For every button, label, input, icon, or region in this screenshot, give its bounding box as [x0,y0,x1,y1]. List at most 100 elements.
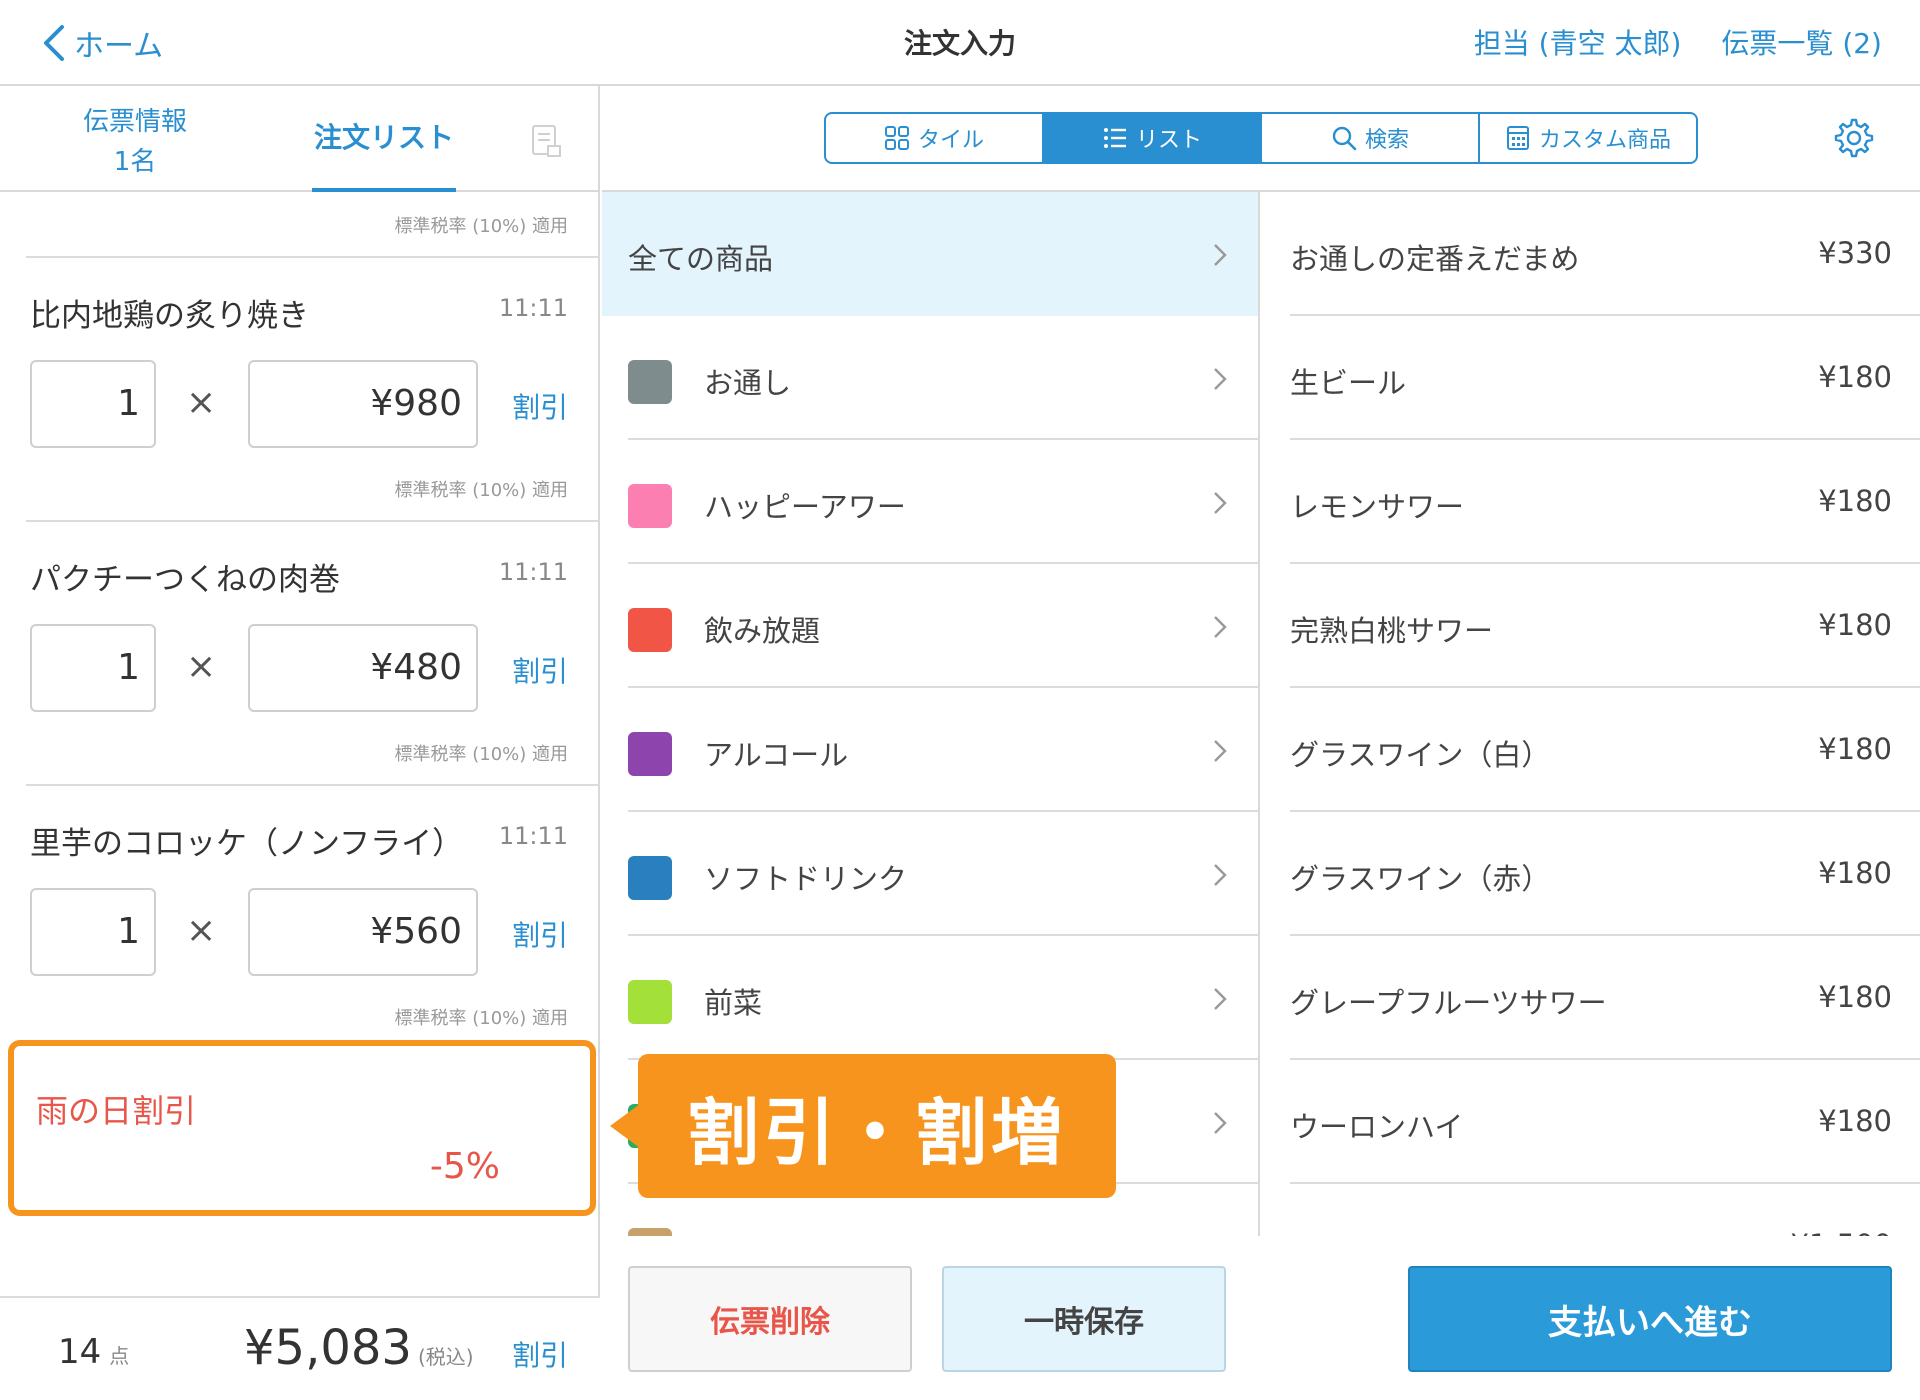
applied-discount-row[interactable]: 雨の日割引 -5% [8,1040,596,1216]
category-item[interactable]: お通し [628,316,1258,440]
discount-value: -5% [429,1146,500,1187]
tab-list[interactable]: リスト [1044,114,1262,162]
product-price: ¥1,500 [1791,1228,1892,1236]
divider [26,520,600,522]
price-field[interactable]: ¥480 [248,624,478,712]
chevron-right-icon [1214,616,1227,638]
order-item-name[interactable]: 里芋のコロッケ（ノンフライ） [30,818,463,863]
product-price: ¥180 [1818,608,1892,642]
list-icon [1103,128,1126,148]
product-name: レモンサワー [1290,490,1465,524]
category-item[interactable]: 前菜 [628,936,1258,1060]
tab-search[interactable]: 検索 [1262,114,1480,162]
quantity-field[interactable]: 1 [30,624,156,712]
divider [26,784,600,786]
category-all-products[interactable]: 全ての商品 [602,192,1258,316]
multiply-sign: × [186,382,217,423]
product-name: お通しの定番えだまめ [1290,242,1580,276]
product-price: ¥180 [1818,980,1892,1014]
product-price: ¥180 [1818,484,1892,518]
item-count-value: 14 [58,1332,102,1372]
receipt-icon[interactable] [530,124,562,158]
view-switcher: タイル リスト 検索 カスタム商品 [824,112,1698,164]
item-count: 14 点 [58,1332,129,1372]
category-label: ソフトドリンク [704,862,908,896]
category-item[interactable]: アルコール [628,688,1258,812]
order-item-name[interactable]: パクチーつくねの肉巻 [30,554,340,599]
item-discount-button[interactable]: 割引 [512,914,568,954]
product-price: ¥330 [1818,236,1892,270]
order-total-value: ¥5,083 [244,1320,412,1376]
tax-note: 標準税率 (10%) 適用 [394,480,569,501]
order-item-time: 11:11 [498,294,568,322]
order-panel-tabs: 伝票情報 1名 注文リスト [0,86,600,192]
product-name: 生ビール [1290,366,1407,400]
category-label: 全ての商品 [628,242,774,276]
item-discount-button[interactable]: 割引 [512,386,568,426]
calculator-icon [1506,126,1529,150]
temporary-save-button[interactable]: 一時保存 [942,1266,1226,1372]
view-switcher-bar: タイル リスト 検索 カスタム商品 [602,86,1920,192]
tab-tile[interactable]: タイル [826,114,1044,162]
category-color-swatch [628,732,672,776]
category-item[interactable]: 飲み放題 [628,564,1258,688]
price-field[interactable]: ¥980 [248,360,478,448]
proceed-to-payment-button[interactable]: 支払いへ進む [1408,1266,1892,1372]
order-total: ¥5,083 (税込) [244,1320,474,1376]
tab-slip-info-count: 1名 [113,147,157,177]
category-label: ハッピーアワー [704,490,906,524]
category-label: 飲み放題 [704,614,821,648]
quantity-field[interactable]: 1 [30,888,156,976]
product-item[interactable]: 完熟白桃サワー ¥180 [1290,564,1920,688]
product-name: 飲み放題 スタンダード 1500円 [1290,1228,1701,1236]
tab-custom-product[interactable]: カスタム商品 [1480,114,1696,162]
chevron-right-icon [1214,1112,1227,1134]
category-color-swatch [628,360,672,404]
product-name: グレープフルーツサワー [1290,986,1607,1020]
order-item-name[interactable]: 比内地鶏の炙り焼き [30,290,309,335]
action-bar: 伝票削除 一時保存 支払いへ進む [602,1236,1920,1400]
grid-icon [884,126,909,150]
category-item[interactable]: ソフトドリンク [628,812,1258,936]
category-label: 前菜 [704,986,763,1020]
category-color-swatch [628,1228,672,1236]
order-item-time: 11:11 [498,822,568,850]
staff-button[interactable]: 担当 (青空 太郎) [1474,22,1682,62]
callout-arrow [610,1104,640,1148]
order-discount-button[interactable]: 割引 [512,1334,568,1374]
product-item[interactable]: ウーロンハイ ¥180 [1290,1060,1920,1184]
chevron-right-icon [1214,368,1227,390]
product-item[interactable]: グラスワイン（赤） ¥180 [1290,812,1920,936]
quantity-field[interactable]: 1 [30,360,156,448]
product-item[interactable]: グレープフルーツサワー ¥180 [1290,936,1920,1060]
chevron-right-icon [1214,740,1227,762]
tax-included-label: (税込) [417,1345,474,1369]
chevron-right-icon [1214,988,1227,1010]
product-price: ¥180 [1818,732,1892,766]
callout-label: 割引・割増 [638,1054,1116,1198]
divider [26,256,600,258]
product-item[interactable]: グラスワイン（白） ¥180 [1290,688,1920,812]
order-item-time: 11:11 [498,558,568,586]
product-name: ウーロンハイ [1290,1110,1464,1144]
gear-icon[interactable] [1832,116,1876,160]
delete-slip-button[interactable]: 伝票削除 [628,1266,912,1372]
product-item[interactable]: 飲み放題 スタンダード 1500円 ¥1,500 [1290,1184,1920,1236]
product-price: ¥180 [1818,856,1892,890]
product-name: グラスワイン（赤） [1290,862,1551,896]
category-color-swatch [628,484,672,528]
order-panel: 伝票情報 1名 注文リスト 標準税率 (10%) 適用 比内地鶏の炙り焼き 11… [0,86,600,1400]
product-name: グラスワイン（白） [1290,738,1551,772]
tab-order-list[interactable]: 注文リスト [312,86,456,192]
item-discount-button[interactable]: 割引 [512,650,568,690]
category-item[interactable]: ハッピーアワー [628,440,1258,564]
product-item[interactable]: レモンサワー ¥180 [1290,440,1920,564]
tab-slip-info[interactable]: 伝票情報 1名 [60,102,210,182]
top-bar: ホーム 注文入力 担当 (青空 太郎) 伝票一覧 (2) [0,0,1920,86]
multiply-sign: × [186,646,217,687]
product-item[interactable]: お通しの定番えだまめ ¥330 [1290,192,1920,316]
slip-list-button[interactable]: 伝票一覧 (2) [1721,22,1882,62]
price-field[interactable]: ¥560 [248,888,478,976]
multiply-sign: × [186,910,217,951]
product-item[interactable]: 生ビール ¥180 [1290,316,1920,440]
